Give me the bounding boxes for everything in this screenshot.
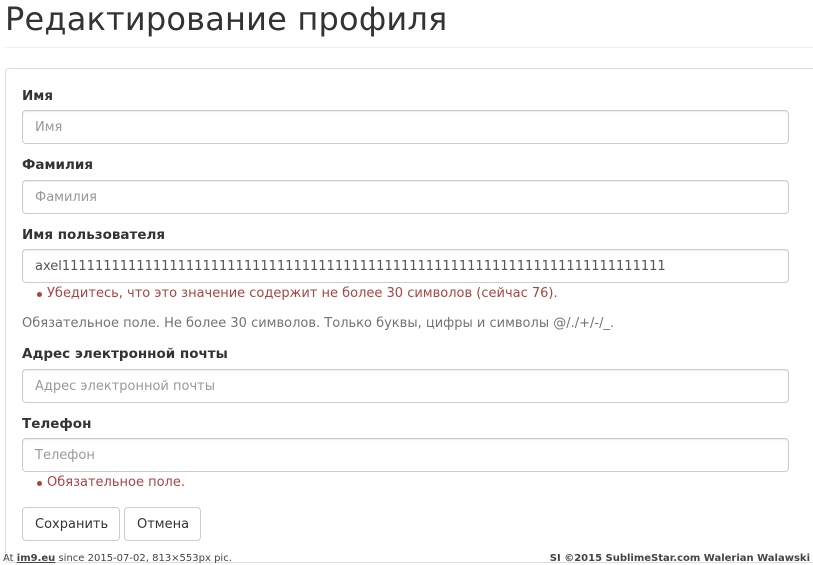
save-button[interactable]: Сохранить — [22, 507, 120, 541]
first-name-label: Имя — [22, 88, 54, 104]
phone-error: Обязательное поле. — [37, 475, 185, 490]
email-label: Адрес электронной почты — [22, 346, 228, 362]
username-error-text: Убедитесь, что это значение содержит не … — [47, 286, 558, 301]
username-input[interactable] — [22, 249, 789, 283]
footer-link[interactable]: im9.eu — [17, 553, 56, 564]
first-name-input[interactable] — [22, 110, 789, 144]
title-divider — [5, 47, 813, 48]
footer-right: SI ©2015 SublimeStar.com Walerian Walaws… — [549, 553, 810, 564]
page-title: Редактирование профиля — [5, 0, 448, 38]
username-help-text: Обязательное поле. Не более 30 символов.… — [22, 316, 615, 331]
username-error: Убедитесь, что это значение содержит не … — [37, 286, 558, 301]
error-bullet-icon — [37, 481, 42, 486]
username-label: Имя пользователя — [22, 227, 166, 243]
footer-left: At im9.eu since 2015-07-02, 813×553px pi… — [3, 553, 232, 564]
phone-error-text: Обязательное поле. — [47, 475, 185, 490]
footer-left-prefix: At — [3, 553, 17, 564]
last-name-input[interactable] — [22, 180, 789, 214]
email-input[interactable] — [22, 369, 789, 403]
error-bullet-icon — [37, 292, 42, 297]
footer-left-suffix: since 2015-07-02, 813×553px pic. — [55, 553, 232, 564]
cancel-button[interactable]: Отмена — [124, 507, 201, 541]
last-name-label: Фамилия — [22, 157, 94, 173]
phone-input[interactable] — [22, 438, 789, 472]
phone-label: Телефон — [22, 416, 92, 432]
